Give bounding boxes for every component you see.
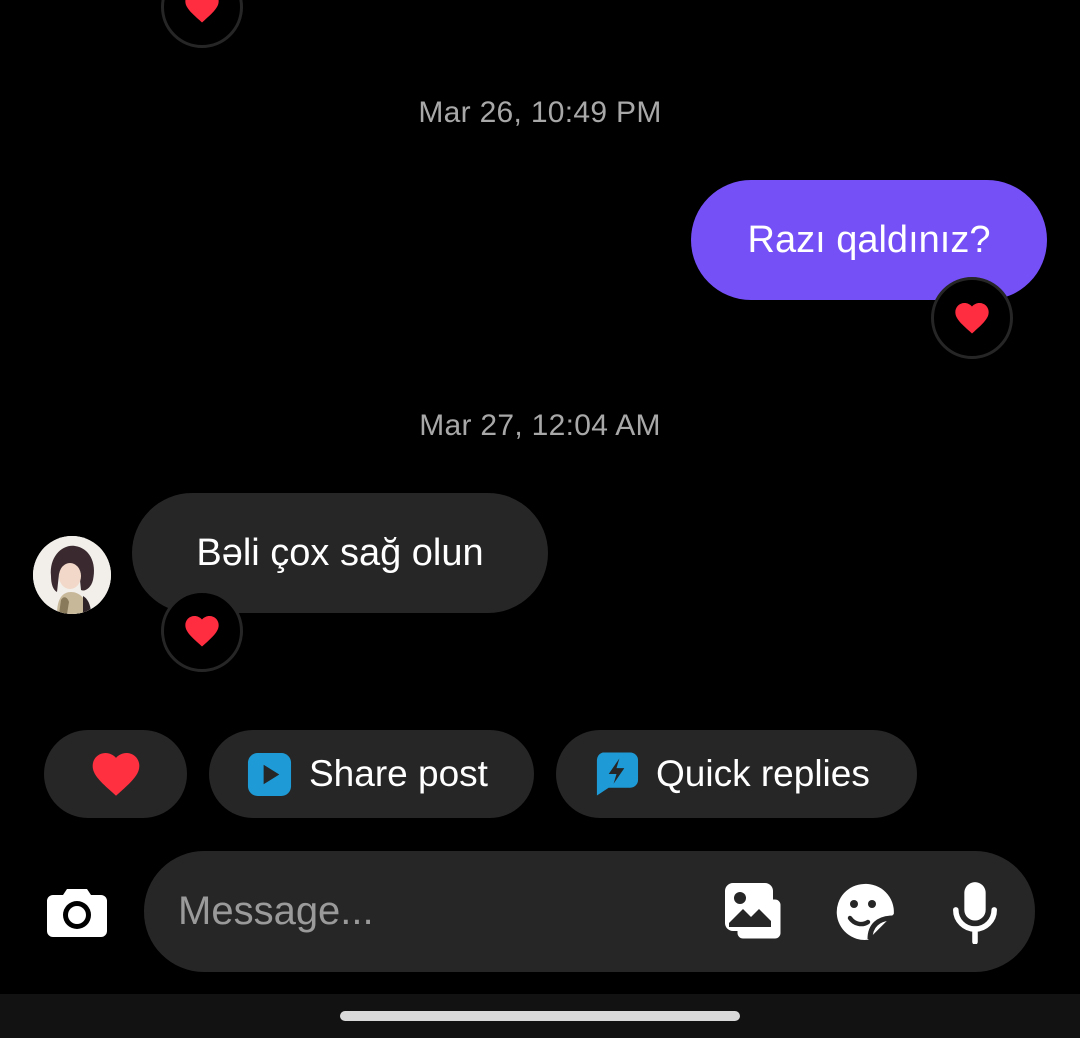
camera-icon bbox=[47, 889, 107, 937]
message-text: Bəli çox sağ olun bbox=[196, 531, 484, 574]
camera-button[interactable] bbox=[44, 878, 110, 944]
send-heart-button[interactable] bbox=[44, 730, 187, 818]
quick-replies-label: Quick replies bbox=[656, 753, 870, 794]
heart-reaction-icon bbox=[185, 0, 219, 23]
message-composer[interactable] bbox=[144, 851, 1035, 972]
home-indicator[interactable] bbox=[340, 1011, 740, 1021]
quick-replies-button[interactable]: Quick replies bbox=[556, 730, 917, 818]
gallery-button[interactable] bbox=[722, 879, 788, 945]
sticker-icon bbox=[836, 883, 894, 940]
share-post-button[interactable]: Share post bbox=[209, 730, 534, 818]
timestamp-divider: Mar 26, 10:49 PM bbox=[418, 96, 662, 129]
reaction-badge-previous[interactable] bbox=[161, 0, 243, 48]
heart-icon bbox=[92, 753, 139, 796]
heart-reaction-icon bbox=[185, 616, 219, 647]
message-input[interactable] bbox=[178, 851, 698, 972]
voice-message-button[interactable] bbox=[945, 879, 1005, 945]
outgoing-message-bubble[interactable]: Razı qaldınız? bbox=[691, 180, 1047, 300]
lightning-bubble-icon bbox=[596, 752, 639, 796]
gallery-icon bbox=[725, 883, 786, 943]
play-square-icon bbox=[247, 752, 292, 796]
message-text: Razı qaldınız? bbox=[747, 218, 991, 261]
heart-reaction-icon bbox=[955, 303, 989, 334]
avatar-image bbox=[33, 536, 111, 614]
share-post-label: Share post bbox=[309, 753, 488, 794]
reaction-badge-outgoing[interactable] bbox=[931, 277, 1013, 359]
reaction-badge-incoming[interactable] bbox=[161, 590, 243, 672]
sticker-button[interactable] bbox=[833, 881, 897, 943]
avatar[interactable] bbox=[33, 536, 111, 614]
microphone-icon bbox=[953, 882, 997, 944]
timestamp-divider: Mar 27, 12:04 AM bbox=[419, 409, 661, 442]
